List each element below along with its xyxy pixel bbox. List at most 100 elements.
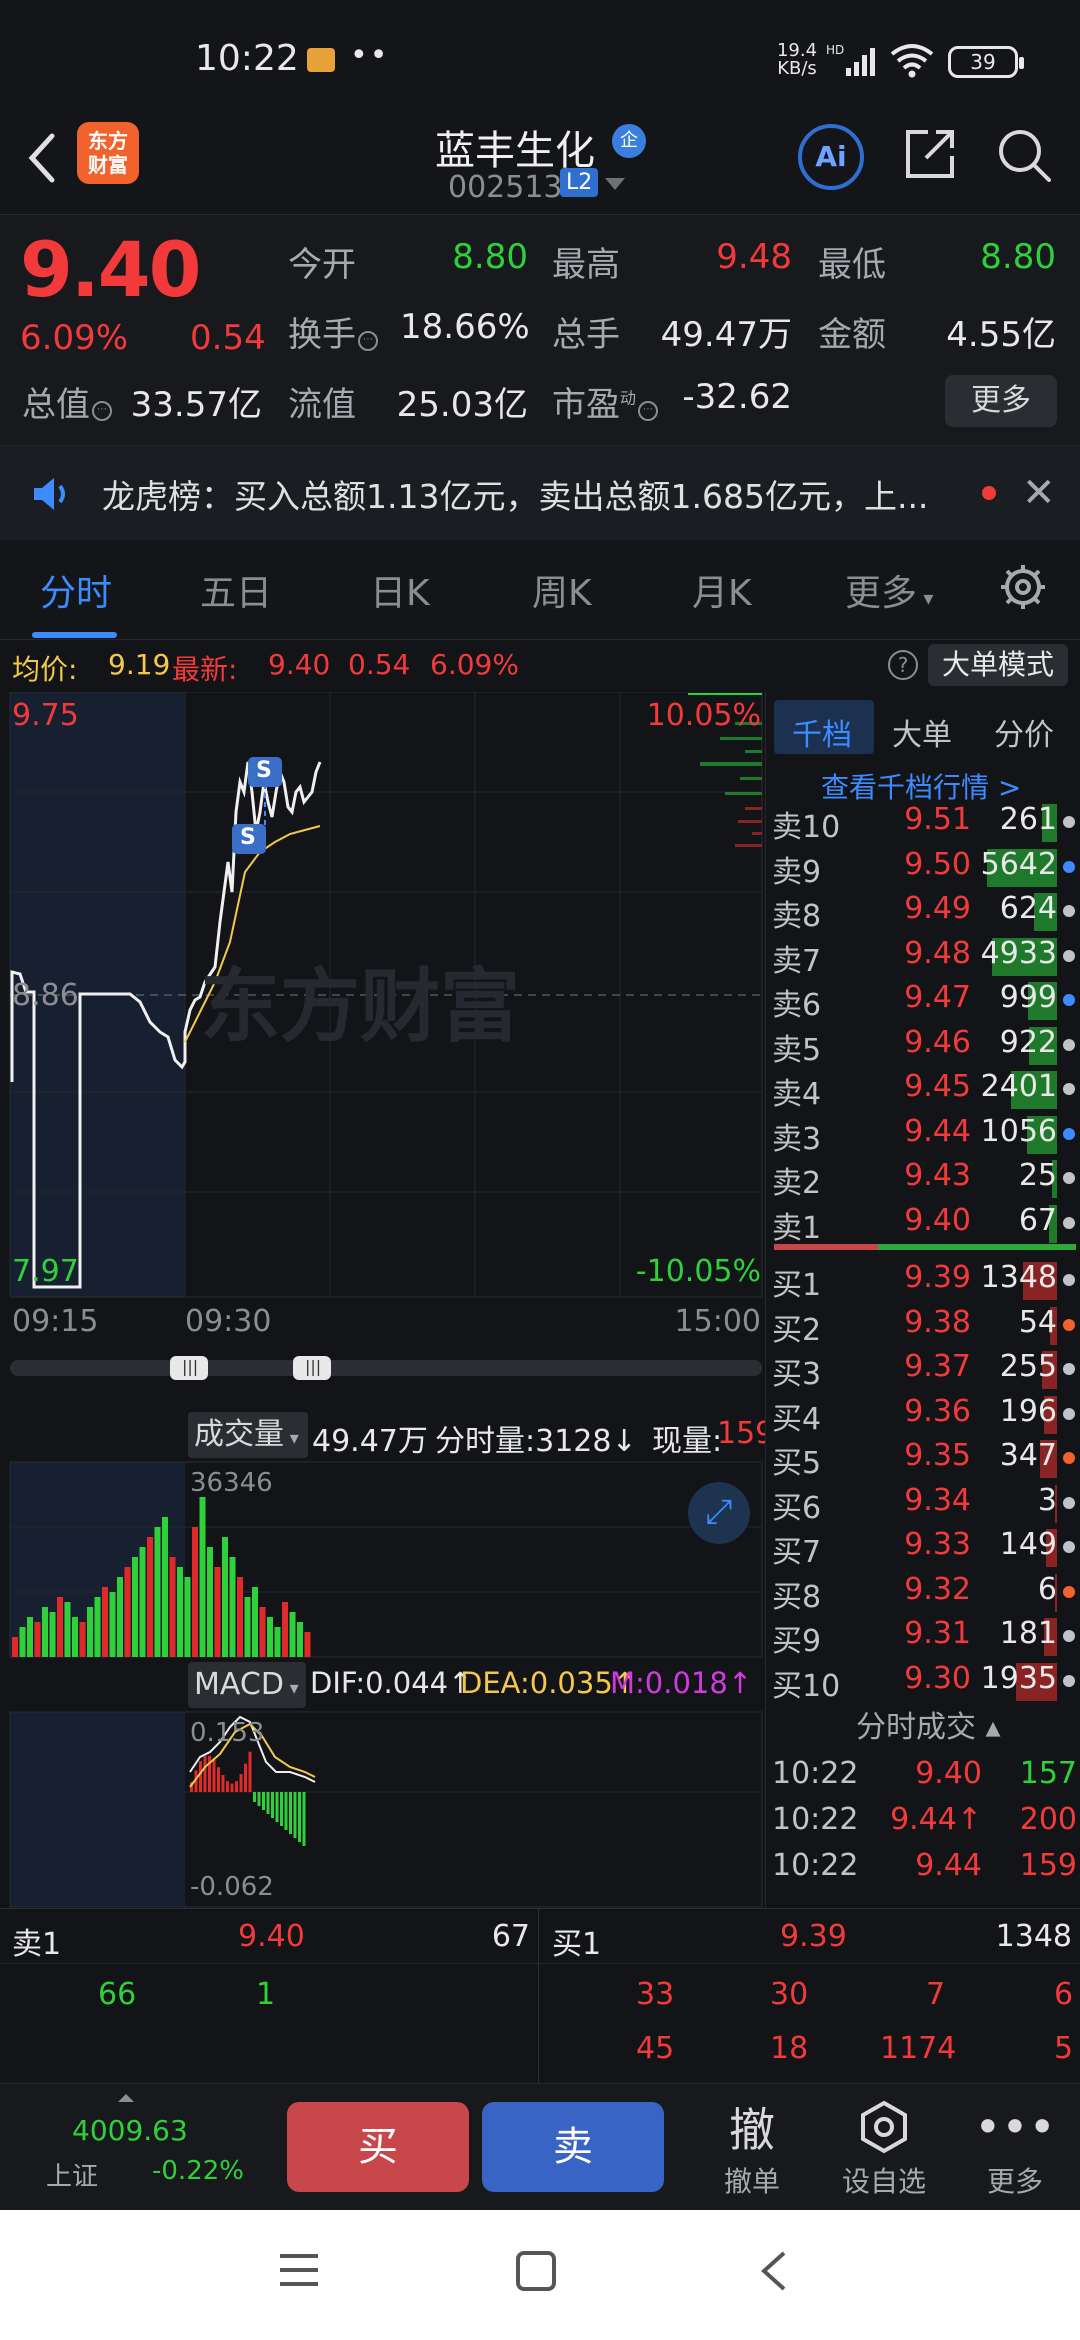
more-actions-button[interactable]: ••• 更多 bbox=[965, 2094, 1065, 2200]
app-logo[interactable]: 东方 财富 bbox=[77, 122, 139, 184]
tab-weekly-k[interactable]: 周K bbox=[532, 564, 592, 616]
volume-bar bbox=[124, 1567, 131, 1657]
level-dot bbox=[1063, 1674, 1075, 1687]
volume-bar bbox=[42, 1607, 48, 1657]
level-dot bbox=[1063, 1630, 1075, 1642]
trade-row[interactable]: 10:22 9.40 157 bbox=[772, 1756, 1077, 1798]
level-volume: 1348 bbox=[980, 1260, 1057, 1295]
bid-level-row[interactable]: 买5 9.35 347 bbox=[766, 1438, 1080, 1482]
bid-level-row[interactable]: 买1 9.39 1348 bbox=[766, 1260, 1080, 1304]
ask-level-row[interactable]: 卖4 9.45 2401 bbox=[766, 1069, 1080, 1113]
level-volume: 6 bbox=[1037, 1571, 1057, 1607]
close-icon[interactable]: ✕ bbox=[1022, 470, 1056, 516]
bid-level-row[interactable]: 买6 9.34 3 bbox=[766, 1483, 1080, 1527]
tab-thousand-levels[interactable]: 千档 bbox=[792, 710, 852, 754]
trade-row[interactable]: 10:22 9.44 159 bbox=[772, 1848, 1077, 1890]
volume-bar bbox=[297, 1622, 303, 1657]
intraday-chart[interactable]: 9.75 8.86 7.97 10.05% -10.05% 东方财富 S S 0… bbox=[0, 692, 774, 1908]
low-label: 最低 bbox=[818, 245, 886, 285]
volume-bar bbox=[27, 1617, 33, 1657]
volume-bar bbox=[229, 1557, 236, 1657]
tab-five-day[interactable]: 五日 bbox=[200, 564, 272, 616]
sell-signal-marker[interactable]: S bbox=[256, 758, 272, 783]
slider-handle-left[interactable]: ||| bbox=[182, 1357, 198, 1376]
bid-level-row[interactable]: 买3 9.37 255 bbox=[766, 1349, 1080, 1393]
slider-handle-right[interactable]: ||| bbox=[305, 1357, 321, 1376]
level-label: 买10 bbox=[772, 1668, 841, 1704]
share-icon[interactable] bbox=[902, 126, 958, 182]
ask-level-row[interactable]: 卖2 9.43 25 bbox=[766, 1158, 1080, 1202]
bid-level-row[interactable]: 买2 9.38 54 bbox=[766, 1305, 1080, 1349]
bid-level-row[interactable]: 买10 9.30 1935 bbox=[766, 1661, 1080, 1705]
time-mid-label: 09:30 bbox=[185, 1304, 272, 1339]
volume-bar bbox=[177, 1567, 183, 1657]
volume-bar bbox=[19, 1627, 26, 1657]
macd-bar bbox=[199, 1761, 202, 1792]
bid-level-row[interactable]: 买9 9.31 181 bbox=[766, 1616, 1080, 1660]
tab-intraday[interactable]: 分时 bbox=[40, 564, 112, 616]
sell-signal-marker[interactable]: S bbox=[240, 825, 256, 850]
sell-button[interactable]: 卖 bbox=[482, 2102, 664, 2192]
volume-bar bbox=[289, 1612, 296, 1657]
volume-bar bbox=[94, 1597, 101, 1657]
view-thousand-levels-link[interactable]: 查看千档行情 > bbox=[821, 766, 1021, 806]
cancel-order-icon: 撤 bbox=[729, 2103, 775, 2157]
ask-level-row[interactable]: 卖8 9.49 624 bbox=[766, 891, 1080, 935]
bid-level-row[interactable]: 买7 9.33 149 bbox=[766, 1527, 1080, 1571]
stock-code[interactable]: 002513 bbox=[448, 170, 563, 205]
search-icon[interactable] bbox=[995, 126, 1053, 184]
expand-icon[interactable]: ⤢ bbox=[688, 1482, 750, 1544]
bid-level-row[interactable]: 买4 9.36 196 bbox=[766, 1394, 1080, 1438]
volume-bar bbox=[267, 1617, 273, 1657]
tab-big-orders[interactable]: 大单 bbox=[892, 710, 952, 754]
bid-level-row[interactable]: 买8 9.32 6 bbox=[766, 1572, 1080, 1616]
menu-icon[interactable] bbox=[278, 2250, 320, 2290]
time-end-label: 15:00 bbox=[674, 1304, 761, 1339]
buy-button[interactable]: 买 bbox=[287, 2102, 469, 2192]
status-bar: 10:22 •• 19.4 KB/s HD 39 bbox=[0, 0, 1080, 110]
macd-m: M:0.018↑ bbox=[610, 1666, 753, 1700]
ask-level-row[interactable]: 卖1 9.40 67 bbox=[766, 1203, 1080, 1247]
macd-bar bbox=[244, 1763, 247, 1792]
index-change[interactable]: -0.22% bbox=[152, 2156, 244, 2186]
tab-price-distribution[interactable]: 分价 bbox=[994, 710, 1054, 754]
ask-level-row[interactable]: 卖5 9.46 922 bbox=[766, 1025, 1080, 1069]
tab-monthly-k[interactable]: 月K bbox=[692, 564, 752, 616]
avg-label: 均价: bbox=[12, 653, 78, 686]
ask-level-row[interactable]: 卖3 9.44 1056 bbox=[766, 1114, 1080, 1158]
gear-icon[interactable] bbox=[998, 562, 1048, 612]
tab-more[interactable]: 更多 ▾ bbox=[845, 564, 933, 616]
volume-bar bbox=[162, 1517, 168, 1657]
volume-bar bbox=[57, 1597, 63, 1657]
volume-bar bbox=[147, 1537, 153, 1657]
cancel-order-button[interactable]: 撤 撤单 bbox=[702, 2094, 802, 2200]
index-name[interactable]: 上证 bbox=[46, 2156, 98, 2193]
ask-level-row[interactable]: 卖10 9.51 261 bbox=[766, 802, 1080, 846]
help-icon[interactable]: ? bbox=[888, 650, 918, 680]
add-watchlist-button[interactable]: 设自选 bbox=[834, 2094, 934, 2200]
index-value[interactable]: 4009.63 bbox=[72, 2114, 188, 2147]
back-icon[interactable] bbox=[22, 128, 62, 188]
notice-text[interactable]: 龙虎榜：买入总额1.13亿元，卖出总额1.685亿元，上... bbox=[102, 470, 962, 518]
ai-assistant-button[interactable]: Ai bbox=[798, 124, 864, 190]
chevron-up-icon[interactable] bbox=[118, 2094, 134, 2102]
battery-icon: 39 bbox=[948, 46, 1024, 78]
level2-badge[interactable]: L2 bbox=[560, 168, 599, 197]
summary-bid-price: 9.39 bbox=[780, 1919, 847, 1954]
ask-level-row[interactable]: 卖6 9.47 999 bbox=[766, 980, 1080, 1024]
tab-daily-k[interactable]: 日K bbox=[370, 564, 430, 616]
volume-indicator-select[interactable]: 成交量 ▾ bbox=[188, 1412, 308, 1458]
home-icon[interactable] bbox=[515, 2250, 557, 2292]
ask-level-row[interactable]: 卖7 9.48 4933 bbox=[766, 936, 1080, 980]
trade-row[interactable]: 10:22 9.44↑ 200 bbox=[772, 1802, 1077, 1844]
big-order-mode-button[interactable]: 大单模式 bbox=[928, 644, 1068, 686]
macd-indicator-select[interactable]: MACD ▾ bbox=[188, 1662, 306, 1708]
quote-more-button[interactable]: 更多 bbox=[945, 375, 1057, 427]
ask-level-row[interactable]: 卖9 9.50 5642 bbox=[766, 847, 1080, 891]
trades-title[interactable]: 分时成交 ▴ bbox=[856, 1702, 1001, 1746]
back-nav-icon[interactable] bbox=[758, 2250, 790, 2292]
volume-value: 49.47万 bbox=[660, 315, 792, 355]
dragon-tiger-notice[interactable]: 龙虎榜：买入总额1.13亿元，卖出总额1.685亿元，上... ✕ bbox=[0, 445, 1080, 540]
chevron-down-icon[interactable] bbox=[605, 178, 625, 190]
unread-dot bbox=[982, 486, 996, 500]
